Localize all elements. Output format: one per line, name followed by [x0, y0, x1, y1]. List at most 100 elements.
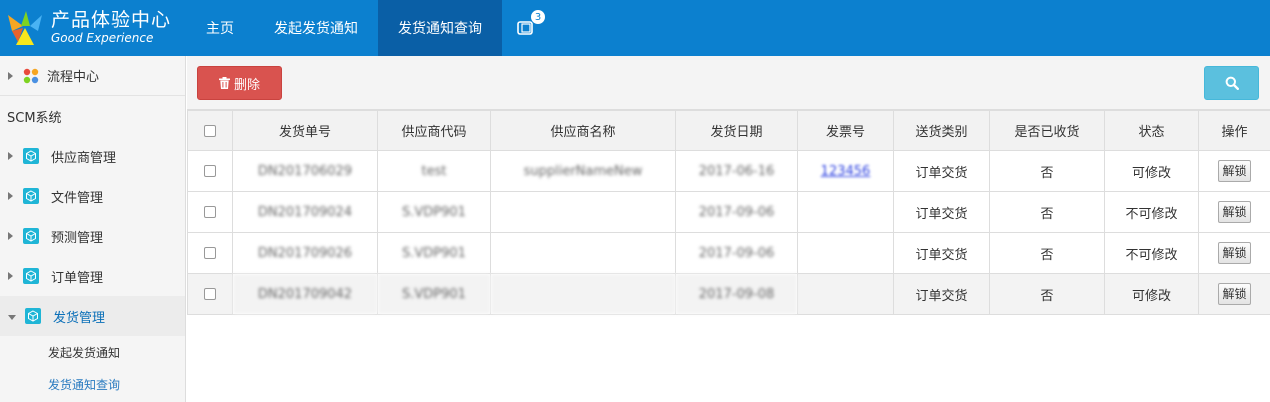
column-header[interactable]: 是否已收货 — [989, 110, 1105, 151]
sidebar-item-files[interactable]: 文件管理 — [0, 176, 185, 216]
column-header[interactable]: 发货日期 — [675, 110, 798, 151]
sidebar-item-label: 供应商管理 — [51, 150, 117, 166]
shipment-no-cell: DN201706029 — [232, 150, 378, 192]
column-header[interactable]: 状态 — [1104, 110, 1199, 151]
invoice-cell — [797, 273, 894, 315]
shipment-no-cell: DN201709024 — [232, 191, 378, 233]
action-cell: 解锁 — [1198, 191, 1270, 233]
delete-button[interactable]: 删除 — [197, 66, 282, 100]
search-icon — [1225, 76, 1239, 90]
column-header[interactable]: 发票号 — [797, 110, 894, 151]
cube-icon — [23, 268, 39, 284]
supplier-code-cell: S.VDP901 — [377, 191, 491, 233]
supplier-code-cell: S.VDP901 — [377, 273, 491, 315]
toolbar: 删除 — [187, 56, 1270, 110]
row-checkbox[interactable] — [204, 247, 216, 259]
table-row: DN201709024 S.VDP901 2017-09-06 订单交货 否 不… — [187, 191, 1270, 233]
cube-icon — [23, 148, 39, 164]
column-header[interactable]: 供应商代码 — [377, 110, 491, 151]
top-bar: 产品体验中心 Good Experience 主页 发起发货通知 发货通知查询 … — [0, 0, 1270, 56]
nav-shipment-query[interactable]: 发货通知查询 — [378, 0, 502, 56]
sidebar-item-label: 文件管理 — [51, 190, 104, 206]
sidebar-item-orders[interactable]: 订单管理 — [0, 256, 185, 296]
status-cell: 可修改 — [1104, 273, 1199, 315]
sidebar-item-shipping[interactable]: 发货管理 — [0, 296, 185, 336]
delivery-type-cell: 订单交货 — [893, 191, 990, 233]
invoice-cell — [797, 191, 894, 233]
message-count-badge: 3 — [530, 9, 546, 25]
action-cell: 解锁 — [1198, 150, 1270, 192]
column-header[interactable]: 操作 — [1198, 110, 1270, 151]
logo-title: 产品体验中心 — [51, 9, 172, 32]
supplier-name-cell — [490, 232, 676, 274]
caret-right-icon — [8, 232, 13, 240]
unlock-button[interactable]: 解锁 — [1218, 201, 1251, 223]
select-all-checkbox[interactable] — [204, 124, 216, 137]
invoice-link[interactable]: 123456 — [821, 164, 871, 179]
status-cell: 不可修改 — [1104, 232, 1199, 274]
invoice-cell — [797, 232, 894, 274]
action-cell: 解锁 — [1198, 232, 1270, 274]
sidebar-subitem-shipment-query[interactable]: 发货通知查询 — [0, 368, 185, 400]
received-cell: 否 — [989, 273, 1105, 315]
delete-button-label: 删除 — [233, 77, 260, 93]
sidebar-item-supplier[interactable]: 供应商管理 — [0, 136, 185, 176]
delivery-type-cell: 订单交货 — [893, 273, 990, 315]
search-button[interactable] — [1204, 66, 1259, 100]
delivery-type-cell: 订单交货 — [893, 232, 990, 274]
nav-home[interactable]: 主页 — [186, 0, 254, 56]
sidebar-item-flow-center[interactable]: 流程中心 — [0, 56, 185, 96]
cube-icon — [23, 228, 39, 244]
supplier-name-cell — [490, 191, 676, 233]
select-all-cell — [187, 110, 233, 151]
supplier-code-cell: S.VDP901 — [377, 232, 491, 274]
sidebar: 流程中心 SCM系统 供应商管理 文件管理 预测管理 订单管理 发货管理 发起发… — [0, 56, 186, 402]
unlock-button[interactable]: 解锁 — [1218, 160, 1251, 182]
caret-down-icon — [8, 314, 16, 320]
unlock-button[interactable]: 解锁 — [1218, 283, 1251, 305]
ship-date-cell: 2017-09-06 — [675, 232, 798, 274]
table-header-row: 发货单号 供应商代码 供应商名称 发货日期 发票号 送货类别 是否已收货 状态 … — [187, 110, 1270, 151]
supplier-name-cell — [490, 273, 676, 315]
cube-icon — [23, 188, 39, 204]
status-cell: 可修改 — [1104, 150, 1199, 192]
logo-subtitle: Good Experience — [51, 31, 154, 46]
received-cell: 否 — [989, 150, 1105, 192]
caret-right-icon — [8, 192, 13, 200]
column-header[interactable]: 供应商名称 — [490, 110, 676, 151]
row-checkbox[interactable] — [204, 288, 216, 300]
sidebar-item-forecast[interactable]: 预测管理 — [0, 216, 185, 256]
shipment-table: 发货单号 供应商代码 供应商名称 发货日期 发票号 送货类别 是否已收货 状态 … — [187, 110, 1270, 315]
sidebar-subitem-create-shipment[interactable]: 发起发货通知 — [0, 336, 185, 368]
received-cell: 否 — [989, 232, 1105, 274]
row-checkbox[interactable] — [204, 206, 216, 218]
shipment-no-cell: DN201709042 — [232, 273, 378, 315]
ship-date-cell: 2017-06-16 — [675, 150, 798, 192]
table-row: DN201706029 test supplierNameNew 2017-06… — [187, 150, 1270, 192]
sidebar-section-title: SCM系统 — [7, 110, 62, 126]
delivery-type-cell: 订单交货 — [893, 150, 990, 192]
sidebar-item-label: 发货管理 — [53, 310, 106, 326]
table-row: DN201709026 S.VDP901 2017-09-06 订单交货 否 不… — [187, 232, 1270, 274]
supplier-name-cell: supplierNameNew — [490, 150, 676, 192]
main-nav: 主页 发起发货通知 发货通知查询 3 — [186, 0, 550, 56]
caret-right-icon — [8, 152, 13, 160]
status-cell: 不可修改 — [1104, 191, 1199, 233]
shipment-no-cell: DN201709026 — [232, 232, 378, 274]
ship-date-cell: 2017-09-06 — [675, 191, 798, 233]
table-row: DN201709042 S.VDP901 2017-09-08 订单交货 否 可… — [187, 273, 1270, 315]
sidebar-item-label: 订单管理 — [51, 270, 104, 286]
row-checkbox[interactable] — [204, 165, 216, 177]
nav-messages[interactable]: 3 — [502, 0, 550, 56]
flow-center-icon — [23, 68, 39, 83]
trash-icon — [218, 77, 230, 89]
action-cell: 解锁 — [1198, 273, 1270, 315]
logo-icon — [8, 11, 42, 45]
ship-date-cell: 2017-09-08 — [675, 273, 798, 315]
nav-create-shipment[interactable]: 发起发货通知 — [254, 0, 378, 56]
column-header[interactable]: 发货单号 — [232, 110, 378, 151]
received-cell: 否 — [989, 191, 1105, 233]
unlock-button[interactable]: 解锁 — [1218, 242, 1251, 264]
column-header[interactable]: 送货类别 — [893, 110, 990, 151]
sidebar-item-label: 流程中心 — [47, 70, 100, 85]
